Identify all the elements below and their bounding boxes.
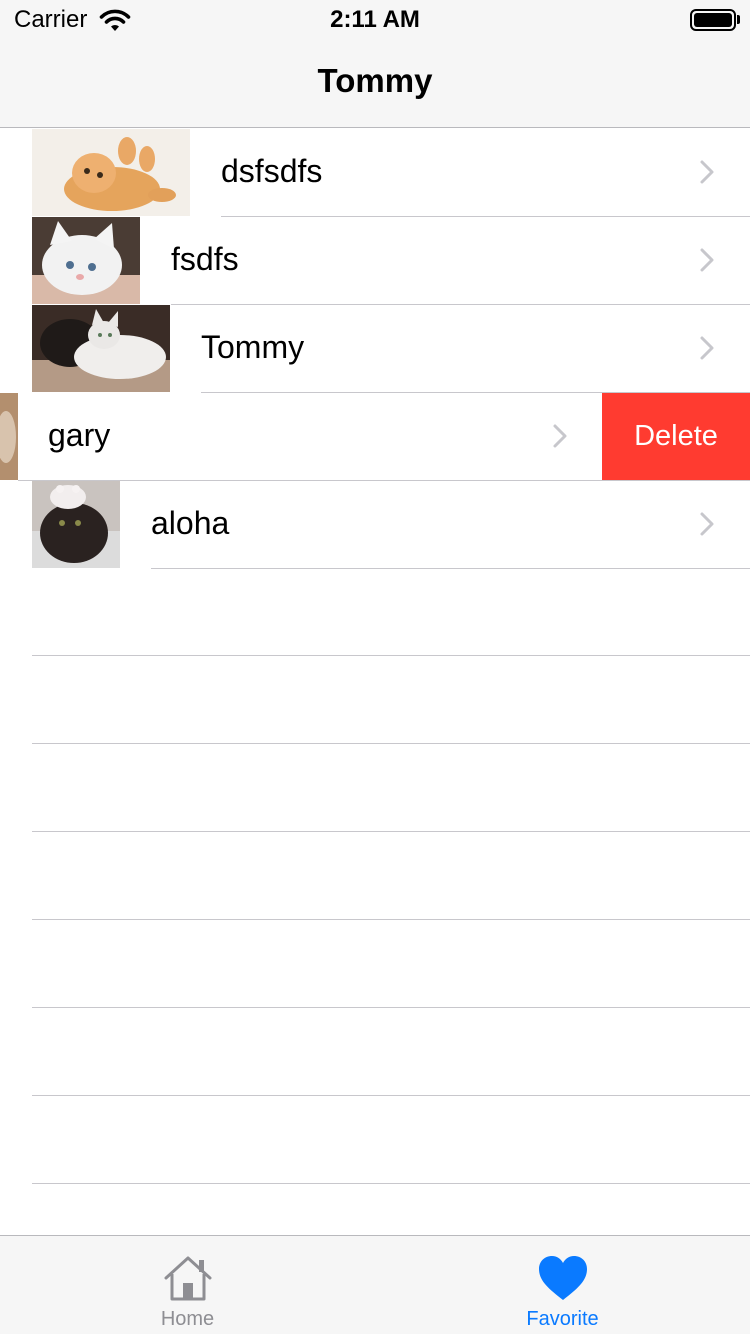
list-item[interactable]: dsfsdfs	[0, 129, 750, 217]
empty-row-separator	[32, 655, 750, 656]
row-label: aloha	[151, 505, 230, 541]
kitten-thumbnail	[32, 305, 170, 392]
status-bar: Carrier 2:11 AM	[0, 0, 750, 40]
chevron-right-icon	[700, 336, 714, 360]
row-label: dsfsdfs	[221, 153, 323, 189]
row-separator	[151, 568, 750, 569]
clock: 2:11 AM	[330, 6, 420, 33]
chevron-right-icon	[553, 424, 567, 448]
list-item[interactable]: fsdfs	[0, 217, 750, 305]
battery-cap	[737, 15, 740, 24]
kitten-thumbnail	[32, 481, 120, 568]
tab-label: Favorite	[526, 1308, 599, 1330]
empty-row-separator	[32, 1095, 750, 1096]
tab-label: Home	[160, 1308, 215, 1330]
house-icon	[164, 1256, 212, 1301]
page-title: Tommy	[317, 62, 433, 99]
empty-row-separator	[32, 919, 750, 920]
cat-list: dsfsdfs fsdfs Tommy gary Delete aloha	[0, 129, 750, 569]
list-item-swiped[interactable]: gary Delete	[0, 393, 750, 481]
tab-favorite[interactable]: Favorite	[375, 1236, 750, 1334]
kitten-thumbnail	[0, 393, 18, 480]
battery-icon	[690, 9, 736, 31]
delete-button[interactable]: Delete	[602, 393, 750, 480]
empty-row-separator	[32, 831, 750, 832]
chevron-right-icon	[700, 248, 714, 272]
kitten-thumbnail	[32, 129, 190, 216]
tab-home[interactable]: Home	[0, 1236, 375, 1334]
row-label: gary	[48, 417, 111, 453]
row-label: fsdfs	[171, 241, 239, 277]
kitten-thumbnail	[32, 217, 140, 304]
list-item[interactable]: aloha	[0, 481, 750, 569]
heart-icon	[539, 1256, 587, 1300]
tab-bar: Home Favorite	[0, 1235, 750, 1334]
list-item[interactable]: Tommy	[0, 305, 750, 393]
empty-row-separator	[32, 743, 750, 744]
chevron-right-icon	[700, 160, 714, 184]
row-label: Tommy	[201, 329, 305, 365]
chevron-right-icon	[700, 512, 714, 536]
top-bar: Carrier 2:11 AM Tommy	[0, 0, 750, 128]
empty-row-separator	[32, 1007, 750, 1008]
empty-row-separator	[32, 1183, 750, 1184]
